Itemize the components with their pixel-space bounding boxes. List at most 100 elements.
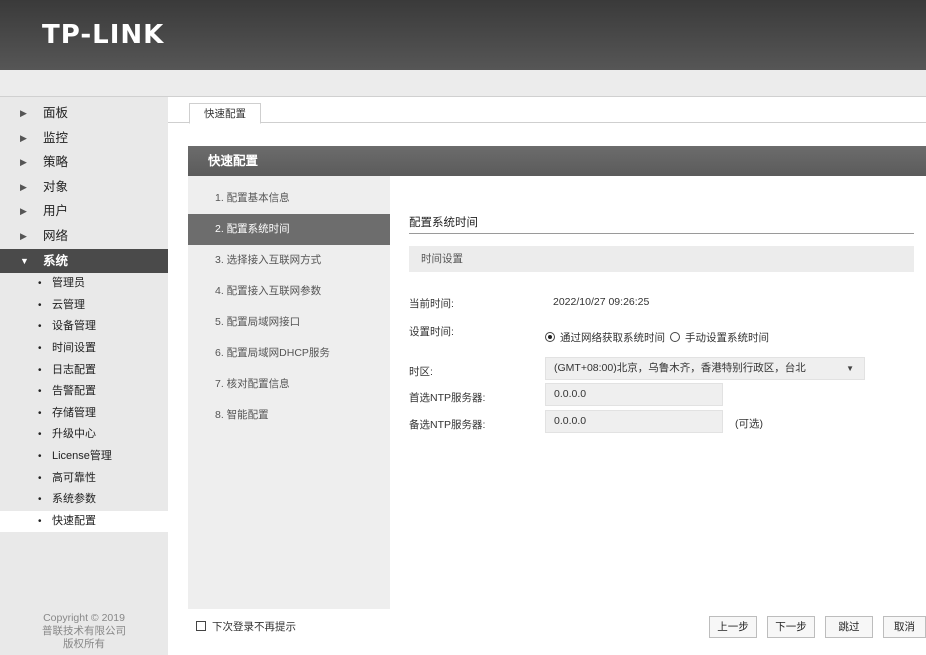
- section-title: 配置系统时间: [409, 217, 478, 229]
- submenu-item-label: 系统参数: [52, 493, 96, 506]
- submenu-item-alarm[interactable]: • 告警配置: [0, 381, 168, 403]
- optional-note: (可选): [735, 418, 763, 430]
- bullet-icon: •: [38, 386, 42, 398]
- wizard-step[interactable]: 6. 配置局域网DHCP服务: [188, 338, 390, 369]
- submenu-item-label: 日志配置: [52, 363, 96, 376]
- chevron-right-icon: ▶: [20, 181, 27, 192]
- tab-bar: 快速配置: [168, 97, 926, 124]
- header-subbar: [0, 70, 926, 97]
- submenu-item-quick-config[interactable]: • 快速配置: [0, 510, 168, 533]
- sidebar-item-label: 用户: [43, 204, 69, 219]
- radio-manual-time[interactable]: 手动设置系统时间: [670, 330, 769, 345]
- timezone-select[interactable]: (GMT+08:00)北京，乌鲁木齐，香港特别行政区，台北 ▼: [545, 357, 865, 380]
- wizard-step[interactable]: 5. 配置局域网接口: [188, 307, 390, 338]
- bullet-icon: •: [38, 278, 42, 290]
- tab-quick-config[interactable]: 快速配置: [189, 103, 261, 124]
- timezone-label: 时区:: [409, 366, 433, 378]
- company-name: 普联技术有限公司: [42, 625, 126, 637]
- submenu-item-params[interactable]: • 系统参数: [0, 489, 168, 511]
- radio-selected-icon: [545, 332, 555, 342]
- set-time-label: 设置时间:: [409, 326, 454, 338]
- submenu-item-label: 快速配置: [52, 514, 96, 527]
- rights-text: 版权所有: [63, 638, 105, 650]
- ntp-secondary-input[interactable]: 0.0.0.0: [545, 410, 723, 433]
- sidebar-item-objects[interactable]: ▶ 对象: [0, 175, 168, 200]
- sidebar-item-network[interactable]: ▶ 网络: [0, 224, 168, 249]
- sidebar-item-system[interactable]: ▼ 系统: [0, 248, 168, 274]
- submenu-item-label: 设备管理: [52, 320, 96, 333]
- submenu-item-label: 云管理: [52, 298, 85, 311]
- submenu-item-label: 高可靠性: [52, 471, 96, 484]
- sidebar-item-label: 面板: [43, 106, 69, 120]
- bullet-icon: •: [38, 342, 42, 354]
- submenu-item-cloud[interactable]: • 云管理: [0, 295, 168, 317]
- sidebar-item-users[interactable]: ▶ 用户: [0, 199, 168, 224]
- bullet-icon: •: [38, 364, 42, 376]
- submenu-item-device[interactable]: • 设备管理: [0, 316, 168, 338]
- wizard-step[interactable]: 7. 核对配置信息: [188, 369, 390, 400]
- wizard-step[interactable]: 1. 配置基本信息: [188, 183, 390, 214]
- skip-button[interactable]: 跳过: [825, 616, 873, 638]
- sidebar-item-monitor[interactable]: ▶ 监控: [0, 126, 168, 151]
- chevron-right-icon: ▶: [20, 230, 27, 241]
- timezone-value: (GMT+08:00)北京，乌鲁木齐，香港特别行政区，台北: [554, 362, 806, 374]
- prev-button[interactable]: 上一步: [709, 616, 757, 638]
- current-time-label: 当前时间:: [409, 298, 454, 310]
- bullet-icon: •: [38, 321, 42, 333]
- sidebar-item-label: 策略: [43, 155, 69, 170]
- checkbox-label: 下次登录不再提示: [212, 621, 296, 633]
- submenu-item-ha[interactable]: • 高可靠性: [0, 468, 168, 490]
- wizard-step[interactable]: 3. 选择接入互联网方式: [188, 245, 390, 276]
- copyright-text: Copyright © 2019 普联技术有限公司 版权所有: [0, 612, 168, 651]
- bullet-icon: •: [38, 407, 42, 419]
- wizard-step[interactable]: 4. 配置接入互联网参数: [188, 276, 390, 307]
- submenu-item-label: 升级中心: [52, 428, 96, 441]
- radio-unselected-icon: [670, 332, 680, 342]
- chevron-right-icon: ▶: [20, 108, 27, 118]
- sidebar-item-dashboard[interactable]: ▶ 面板: [0, 101, 168, 126]
- chevron-right-icon: ▶: [20, 132, 27, 143]
- ntp-primary-input[interactable]: 0.0.0.0: [545, 383, 723, 406]
- sidebar-item-label: 网络: [43, 228, 69, 243]
- cancel-button[interactable]: 取消: [883, 616, 926, 638]
- system-submenu: • 管理员 • 云管理 • 设备管理 • 时间设置 • 日志配置 • 告警配置 • 存储管理 …: [0, 273, 168, 533]
- submenu-item-log[interactable]: • 日志配置: [0, 360, 168, 382]
- bullet-icon: •: [38, 429, 42, 441]
- wizard-content: 配置系统时间 时间设置 当前时间: 2022/10/27 09:26:25 设置…: [390, 176, 926, 609]
- wizard-steps: 1. 配置基本信息 2. 配置系统时间 3. 选择接入互联网方式 4. 配置接入…: [188, 176, 390, 609]
- section-divider: [409, 233, 914, 234]
- sidebar-item-policy[interactable]: ▶ 策略: [0, 150, 168, 175]
- bullet-icon: •: [38, 299, 42, 311]
- checkbox-icon: [196, 621, 206, 631]
- sidebar-item-label: 监控: [43, 130, 69, 145]
- submenu-item-label: 告警配置: [52, 385, 96, 398]
- caret-down-icon: ▼: [846, 364, 854, 373]
- submenu-item-license[interactable]: • License管理: [0, 446, 168, 468]
- radio-label: 通过网络获取系统时间: [560, 332, 665, 344]
- dont-show-again-checkbox[interactable]: 下次登录不再提示: [196, 619, 296, 634]
- wizard-title: 快速配置: [188, 146, 926, 176]
- chevron-right-icon: ▶: [20, 206, 27, 217]
- submenu-item-time[interactable]: • 时间设置: [0, 338, 168, 360]
- bullet-icon: •: [38, 450, 42, 462]
- sidebar: ▶ 面板 ▶ 监控 ▶ 策略 ▶ 对象 ▶ 用户 ▶ 网络 ▼ 系统 • 管理员 …: [0, 97, 168, 655]
- wizard-step-active[interactable]: 2. 配置系统时间: [188, 214, 390, 245]
- top-header: TP-LINK: [0, 0, 926, 70]
- chevron-down-icon: ▼: [20, 255, 29, 266]
- submenu-item-admin[interactable]: • 管理员: [0, 273, 168, 295]
- submenu-item-storage[interactable]: • 存储管理: [0, 403, 168, 425]
- chevron-right-icon: ▶: [20, 157, 27, 168]
- ntp-primary-label: 首选NTP服务器:: [409, 392, 486, 404]
- submenu-item-upgrade[interactable]: • 升级中心: [0, 424, 168, 446]
- submenu-item-label: 管理员: [52, 277, 85, 290]
- brand-logo: TP-LINK: [42, 20, 165, 50]
- next-button[interactable]: 下一步: [767, 616, 815, 638]
- wizard-step[interactable]: 8. 智能配置: [188, 400, 390, 431]
- radio-label: 手动设置系统时间: [685, 332, 769, 344]
- current-time-value: 2022/10/27 09:26:25: [553, 296, 650, 308]
- bullet-icon: •: [38, 515, 42, 527]
- radio-network-time[interactable]: 通过网络获取系统时间: [545, 330, 665, 345]
- ntp-secondary-label: 备选NTP服务器:: [409, 419, 486, 431]
- bullet-icon: •: [38, 494, 42, 506]
- copyright-line: Copyright © 2019: [43, 612, 125, 624]
